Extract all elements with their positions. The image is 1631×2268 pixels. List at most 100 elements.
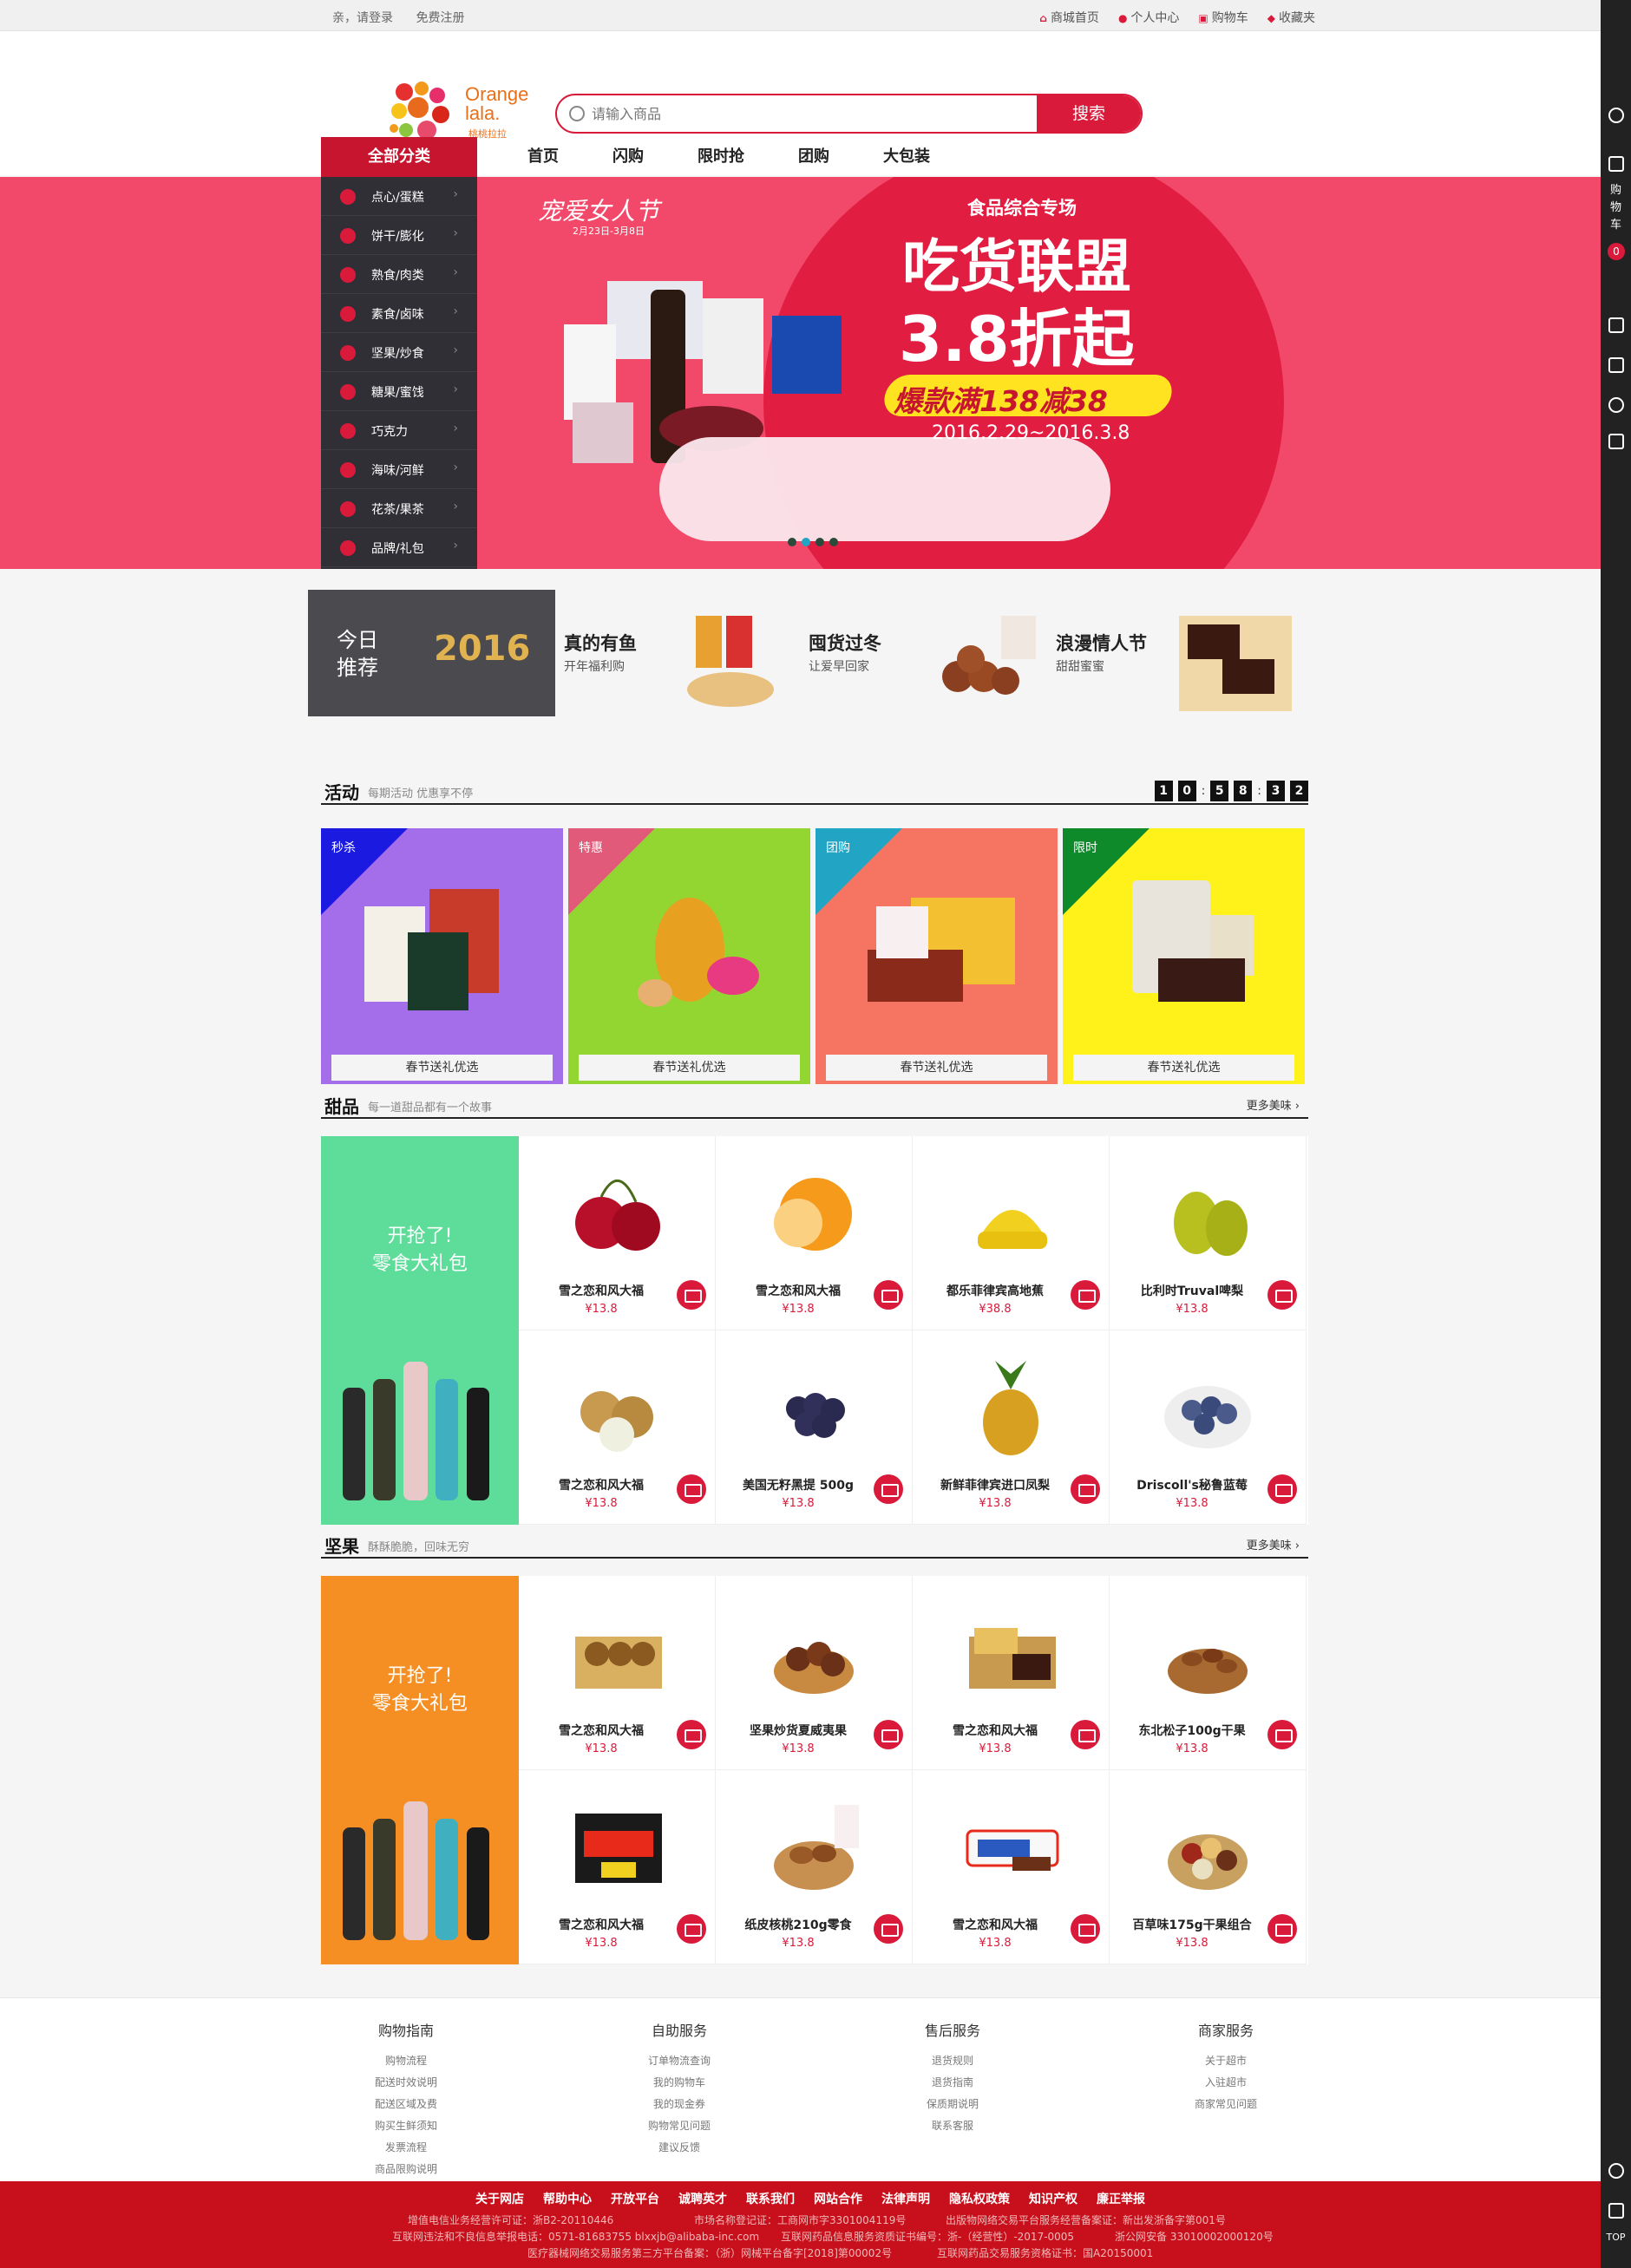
footer-link[interactable]: 关于超市 xyxy=(1156,2050,1295,2072)
add-to-cart-icon[interactable] xyxy=(874,1720,903,1749)
search-button[interactable]: 搜索 xyxy=(1037,95,1141,132)
footer-link[interactable]: 建议反馈 xyxy=(610,2137,749,2159)
add-to-cart-icon[interactable] xyxy=(874,1914,903,1944)
carousel-dot[interactable] xyxy=(788,538,796,546)
add-to-cart-icon[interactable] xyxy=(1267,1280,1297,1310)
category-item[interactable]: 花茶/果茶 › xyxy=(321,489,477,528)
footer-link[interactable]: 我的购物车 xyxy=(610,2072,749,2094)
product-card[interactable]: 百草味175g干果组合 ¥13.8 xyxy=(1110,1770,1307,1964)
all-categories-button[interactable]: 全部分类 xyxy=(321,137,477,177)
footer-bottom-link[interactable]: 廉正举报 xyxy=(1097,2190,1145,2207)
footer-link[interactable]: 购买生鲜须知 xyxy=(337,2115,475,2137)
activity-card-seckill[interactable]: 秒杀 春节送礼优选 xyxy=(321,828,563,1084)
footer-bottom-link[interactable]: 帮助中心 xyxy=(543,2190,592,2207)
add-to-cart-icon[interactable] xyxy=(1267,1914,1297,1944)
footer-bottom-link[interactable]: 知识产权 xyxy=(1029,2190,1078,2207)
sidebar-cart-label[interactable]: 购物车 xyxy=(1601,182,1631,234)
footer-link[interactable]: 购物常见问题 xyxy=(610,2115,749,2137)
footprint-icon[interactable] xyxy=(1608,357,1624,373)
nav-flash-sale[interactable]: 闪购 xyxy=(612,137,644,177)
back-to-top[interactable]: TOP xyxy=(1601,2229,1631,2246)
product-card[interactable]: 美国无籽黑提 500g ¥13.8 xyxy=(716,1330,913,1525)
category-item[interactable]: 海味/河鲜 › xyxy=(321,450,477,489)
footer-bottom-link[interactable]: 法律声明 xyxy=(881,2190,930,2207)
category-item[interactable]: 熟食/肉类 › xyxy=(321,255,477,294)
add-to-cart-icon[interactable] xyxy=(677,1474,706,1504)
add-to-cart-icon[interactable] xyxy=(1267,1474,1297,1504)
category-item[interactable]: 糖果/蜜饯 › xyxy=(321,372,477,411)
category-item[interactable]: 饼干/膨化 › xyxy=(321,216,477,255)
footer-link[interactable]: 保质期说明 xyxy=(883,2094,1022,2115)
search-input[interactable] xyxy=(592,95,999,132)
recommend-item[interactable]: 浪漫情人节 甜甜蜜蜜 xyxy=(1047,590,1292,716)
product-card[interactable]: 雪之恋和风大福 ¥13.8 xyxy=(913,1576,1110,1770)
recommend-item[interactable]: 真的有鱼 开年福利购 xyxy=(555,590,800,716)
product-card[interactable]: 纸皮核桃210g零食 ¥13.8 xyxy=(716,1770,913,1964)
category-item[interactable]: 巧克力 › xyxy=(321,411,477,450)
product-card[interactable]: 坚果炒货夏威夷果 ¥13.8 xyxy=(716,1576,913,1770)
product-card[interactable]: 雪之恋和风大福 ¥13.8 xyxy=(913,1770,1110,1964)
add-to-cart-icon[interactable] xyxy=(677,1914,706,1944)
footer-link[interactable]: 购物流程 xyxy=(337,2050,475,2072)
user-center-link[interactable]: ● 个人中心 xyxy=(1118,9,1179,26)
product-card[interactable]: 雪之恋和风大福 ¥13.8 xyxy=(716,1136,913,1330)
category-item[interactable]: 坚果/炒食 › xyxy=(321,333,477,372)
product-card[interactable]: 雪之恋和风大福 ¥13.8 xyxy=(519,1576,716,1770)
footer-link[interactable]: 商品限购说明 xyxy=(337,2159,475,2180)
nav-home[interactable]: 首页 xyxy=(527,137,559,177)
add-to-cart-icon[interactable] xyxy=(874,1280,903,1310)
cart-link[interactable]: ▣ 购物车 xyxy=(1198,9,1248,26)
carousel-dot-active[interactable] xyxy=(802,538,810,546)
promo-panel[interactable]: 开抢了! 零食大礼包 xyxy=(321,1136,519,1525)
nav-big-pack[interactable]: 大包装 xyxy=(883,137,930,177)
carousel-dot[interactable] xyxy=(816,538,824,546)
footer-bottom-link[interactable]: 开放平台 xyxy=(611,2190,659,2207)
add-to-cart-icon[interactable] xyxy=(1267,1720,1297,1749)
category-item[interactable]: 点心/蛋糕 › xyxy=(321,177,477,216)
more-link[interactable]: 更多美味 › xyxy=(1247,1096,1300,1113)
product-card[interactable]: 东北松子100g干果 ¥13.8 xyxy=(1110,1576,1307,1770)
product-card[interactable]: 比利时Truval啤梨 ¥13.8 xyxy=(1110,1136,1307,1330)
add-to-cart-icon[interactable] xyxy=(1071,1474,1100,1504)
wallet-icon[interactable] xyxy=(1608,317,1624,333)
more-link[interactable]: 更多美味 › xyxy=(1247,1536,1300,1552)
footer-bottom-link[interactable]: 隐私权政策 xyxy=(949,2190,1010,2207)
hero-banner[interactable]: 宠爱女人节 2月23日-3月8日 食品综合专场 吃货联盟 3.8折起 爆款满13… xyxy=(0,177,1601,569)
cart-icon[interactable] xyxy=(1608,156,1624,172)
home-link[interactable]: ⌂ 商城首页 xyxy=(1039,9,1099,26)
nav-limited-time[interactable]: 限时抢 xyxy=(698,137,744,177)
heart-icon[interactable] xyxy=(1608,397,1624,413)
activity-card-limited[interactable]: 限时 春节送礼优选 xyxy=(1063,828,1305,1084)
footer-link[interactable]: 退货指南 xyxy=(883,2072,1022,2094)
recommend-item[interactable]: 囤货过冬 让爱早回家 xyxy=(800,590,1045,716)
category-item[interactable]: 品牌/礼包 › xyxy=(321,528,477,567)
add-to-cart-icon[interactable] xyxy=(677,1280,706,1310)
product-card[interactable]: 雪之恋和风大福 ¥13.8 xyxy=(519,1136,716,1330)
qrcode-icon[interactable] xyxy=(1608,2203,1624,2219)
product-card[interactable]: 雪之恋和风大福 ¥13.8 xyxy=(519,1330,716,1525)
footer-bottom-link[interactable]: 联系我们 xyxy=(746,2190,795,2207)
category-item[interactable]: 素食/卤味 › xyxy=(321,294,477,333)
footer-bottom-link[interactable]: 网站合作 xyxy=(814,2190,862,2207)
product-card[interactable]: Driscoll's秘鲁蓝莓 ¥13.8 xyxy=(1110,1330,1307,1525)
promo-panel[interactable]: 开抢了! 零食大礼包 xyxy=(321,1576,519,1964)
add-to-cart-icon[interactable] xyxy=(1071,1720,1100,1749)
add-to-cart-icon[interactable] xyxy=(1071,1280,1100,1310)
carousel-dot[interactable] xyxy=(829,538,838,546)
footer-link[interactable]: 退货规则 xyxy=(883,2050,1022,2072)
product-card[interactable]: 新鲜菲律宾进口凤梨 ¥13.8 xyxy=(913,1330,1110,1525)
add-to-cart-icon[interactable] xyxy=(874,1474,903,1504)
add-to-cart-icon[interactable] xyxy=(1071,1914,1100,1944)
product-card[interactable]: 雪之恋和风大福 ¥13.8 xyxy=(519,1770,716,1964)
today-recommend[interactable]: 今日 推荐 2016 xyxy=(308,590,555,716)
footer-link[interactable]: 联系客服 xyxy=(883,2115,1022,2137)
favorites-link[interactable]: ◆ 收藏夹 xyxy=(1267,9,1315,26)
service-icon[interactable] xyxy=(1608,2163,1624,2179)
logo[interactable]: Orange lala. 桃桃拉拉 xyxy=(387,80,534,142)
footer-link[interactable]: 我的现金券 xyxy=(610,2094,749,2115)
footer-link[interactable]: 发票流程 xyxy=(337,2137,475,2159)
register-link[interactable]: 免费注册 xyxy=(416,11,464,25)
login-link[interactable]: 亲，请登录 xyxy=(332,11,393,25)
activity-card-special[interactable]: 特惠 春节送礼优选 xyxy=(568,828,810,1084)
footer-link[interactable]: 入驻超市 xyxy=(1156,2072,1295,2094)
